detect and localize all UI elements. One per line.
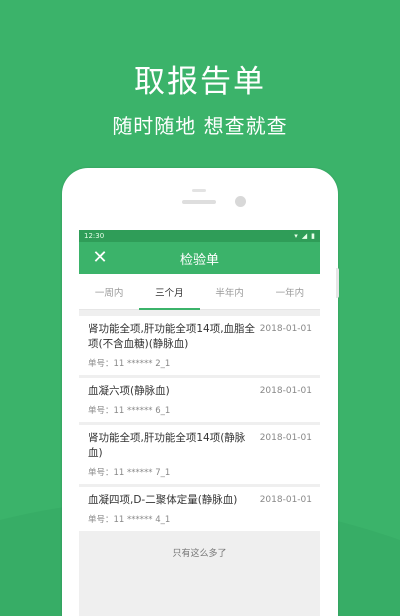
phone-side-button bbox=[336, 268, 339, 298]
report-name: 肾功能全项,肝功能全项14项,血脂全项(不含血糖)(静脉血) bbox=[88, 323, 256, 350]
phone-camera bbox=[235, 196, 246, 207]
phone-speaker bbox=[182, 200, 216, 204]
report-item[interactable]: 肾功能全项,肝功能全项14项,血脂全项(不含血糖)(静脉血) 2018-01-0… bbox=[79, 316, 320, 375]
report-name: 血凝六项(静脉血) bbox=[88, 385, 170, 397]
tab-three-months[interactable]: 三个月 bbox=[139, 274, 200, 310]
report-number: 单号：11 ****** 4_1 bbox=[88, 515, 171, 525]
report-date: 2018-01-01 bbox=[259, 386, 312, 396]
report-name: 肾功能全项,肝功能全项14项(静脉血) bbox=[88, 432, 246, 459]
report-number: 单号：11 ****** 2_1 bbox=[88, 359, 171, 369]
app-bar: ✕ 检验单 bbox=[79, 242, 320, 274]
report-name: 血凝四项,D-二聚体定量(静脉血) bbox=[88, 494, 238, 506]
tab-one-week[interactable]: 一周内 bbox=[79, 274, 139, 309]
tab-half-year[interactable]: 半年内 bbox=[200, 274, 260, 309]
wifi-icon: ▾ bbox=[294, 231, 298, 240]
close-icon[interactable]: ✕ bbox=[90, 248, 110, 268]
period-tabs: 一周内 三个月 半年内 一年内 bbox=[79, 274, 320, 310]
page-title: 检验单 bbox=[179, 252, 219, 268]
hero-title: 取报告单 bbox=[134, 64, 266, 100]
report-item[interactable]: 肾功能全项,肝功能全项14项(静脉血) 2018-01-01 单号：11 ***… bbox=[79, 425, 320, 484]
report-item[interactable]: 血凝四项,D-二聚体定量(静脉血) 2018-01-01 单号：11 *****… bbox=[79, 487, 320, 531]
report-date: 2018-01-01 bbox=[259, 495, 312, 505]
report-date: 2018-01-01 bbox=[259, 433, 312, 443]
battery-icon: ▮ bbox=[311, 231, 315, 240]
tab-one-year[interactable]: 一年内 bbox=[260, 274, 320, 309]
report-list: 肾功能全项,肝功能全项14项,血脂全项(不含血糖)(静脉血) 2018-01-0… bbox=[79, 316, 320, 531]
report-number: 单号：11 ****** 6_1 bbox=[88, 406, 171, 416]
status-icons: ▾ ◢ ▮ bbox=[294, 231, 315, 240]
report-item[interactable]: 血凝六项(静脉血) 2018-01-01 单号：11 ****** 6_1 bbox=[79, 378, 320, 422]
list-end-text: 只有这么多了 bbox=[172, 549, 227, 559]
hero-subtitle: 随时随地 想查就查 bbox=[112, 114, 288, 138]
status-bar: 12:30 ▾ ◢ ▮ bbox=[79, 230, 320, 242]
report-date: 2018-01-01 bbox=[259, 324, 312, 334]
phone-sensor bbox=[192, 189, 206, 192]
signal-icon: ◢ bbox=[301, 231, 308, 240]
report-number: 单号：11 ****** 7_1 bbox=[88, 468, 171, 478]
status-time: 12:30 bbox=[84, 232, 105, 240]
app-screen: 12:30 ▾ ◢ ▮ ✕ 检验单 一周内 三个月 半年内 一年内 肾功能全项,… bbox=[79, 230, 320, 616]
